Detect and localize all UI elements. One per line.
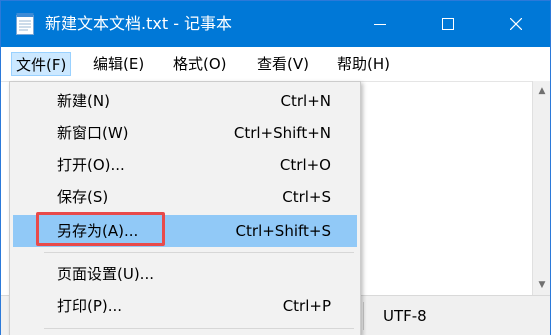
menu-item-label: 打印(P)... [57,297,123,315]
menu-help[interactable]: 帮助(H) [333,52,394,76]
notepad-icon [15,12,35,36]
menu-bar: 文件(F) 编辑(E) 格式(O) 查看(V) 帮助(H) [1,47,550,81]
menu-item-label: 打开(O)... [57,156,125,174]
menu-item-shortcut: Ctrl+N [280,92,331,110]
scroll-down-icon[interactable]: ▼ [537,281,547,290]
minimize-icon [374,15,386,34]
menu-item-shortcut: Ctrl+S [282,188,331,206]
menu-item-shortcut: Ctrl+Shift+S [235,222,331,240]
close-icon [509,15,523,34]
menu-edit[interactable]: 编辑(E) [89,52,148,76]
menu-item-label: 新窗口(W) [57,124,129,142]
menu-item-shortcut: Ctrl+O [279,156,331,174]
maximize-icon [442,15,454,34]
close-button[interactable] [493,1,539,47]
menu-item-shortcut: Ctrl+Shift+N [233,124,331,142]
save-as-highlight-box [36,212,165,246]
menu-separator [44,328,354,329]
menu-item-shortcut: Ctrl+P [282,297,331,315]
menu-item-label: 页面设置(U)... [57,265,154,283]
scroll-up-icon[interactable]: ▲ [537,87,547,96]
maximize-button[interactable] [425,1,471,47]
menu-item-new-window[interactable]: 新窗口(W) Ctrl+Shift+N [13,117,357,149]
menu-item-label: 新建(N) [57,92,110,110]
menu-format[interactable]: 格式(O) [169,52,231,76]
vertical-scrollbar[interactable]: ▲ ▼ [532,81,550,295]
menu-file[interactable]: 文件(F) [11,52,72,76]
notepad-window: 新建文本文档.txt - 记事本 文件(F) 编辑(E) 格式(O) 查看(V)… [0,0,551,335]
minimize-button[interactable] [357,1,403,47]
window-title: 新建文本文档.txt - 记事本 [45,14,233,33]
title-bar[interactable]: 新建文本文档.txt - 记事本 [1,1,550,47]
menu-item-save[interactable]: 保存(S) Ctrl+S [13,181,357,213]
menu-view[interactable]: 查看(V) [253,52,313,76]
status-encoding: UTF-8 [383,307,427,325]
status-divider [363,302,364,330]
menu-separator [44,252,354,253]
menu-item-page-setup[interactable]: 页面设置(U)... [13,258,357,290]
menu-item-open[interactable]: 打开(O)... Ctrl+O [13,149,357,181]
file-menu-dropdown: 新建(N) Ctrl+N 新窗口(W) Ctrl+Shift+N 打开(O)..… [9,81,361,335]
menu-item-label: 保存(S) [57,188,109,206]
menu-item-new[interactable]: 新建(N) Ctrl+N [13,85,357,117]
menu-item-print[interactable]: 打印(P)... Ctrl+P [13,290,357,322]
